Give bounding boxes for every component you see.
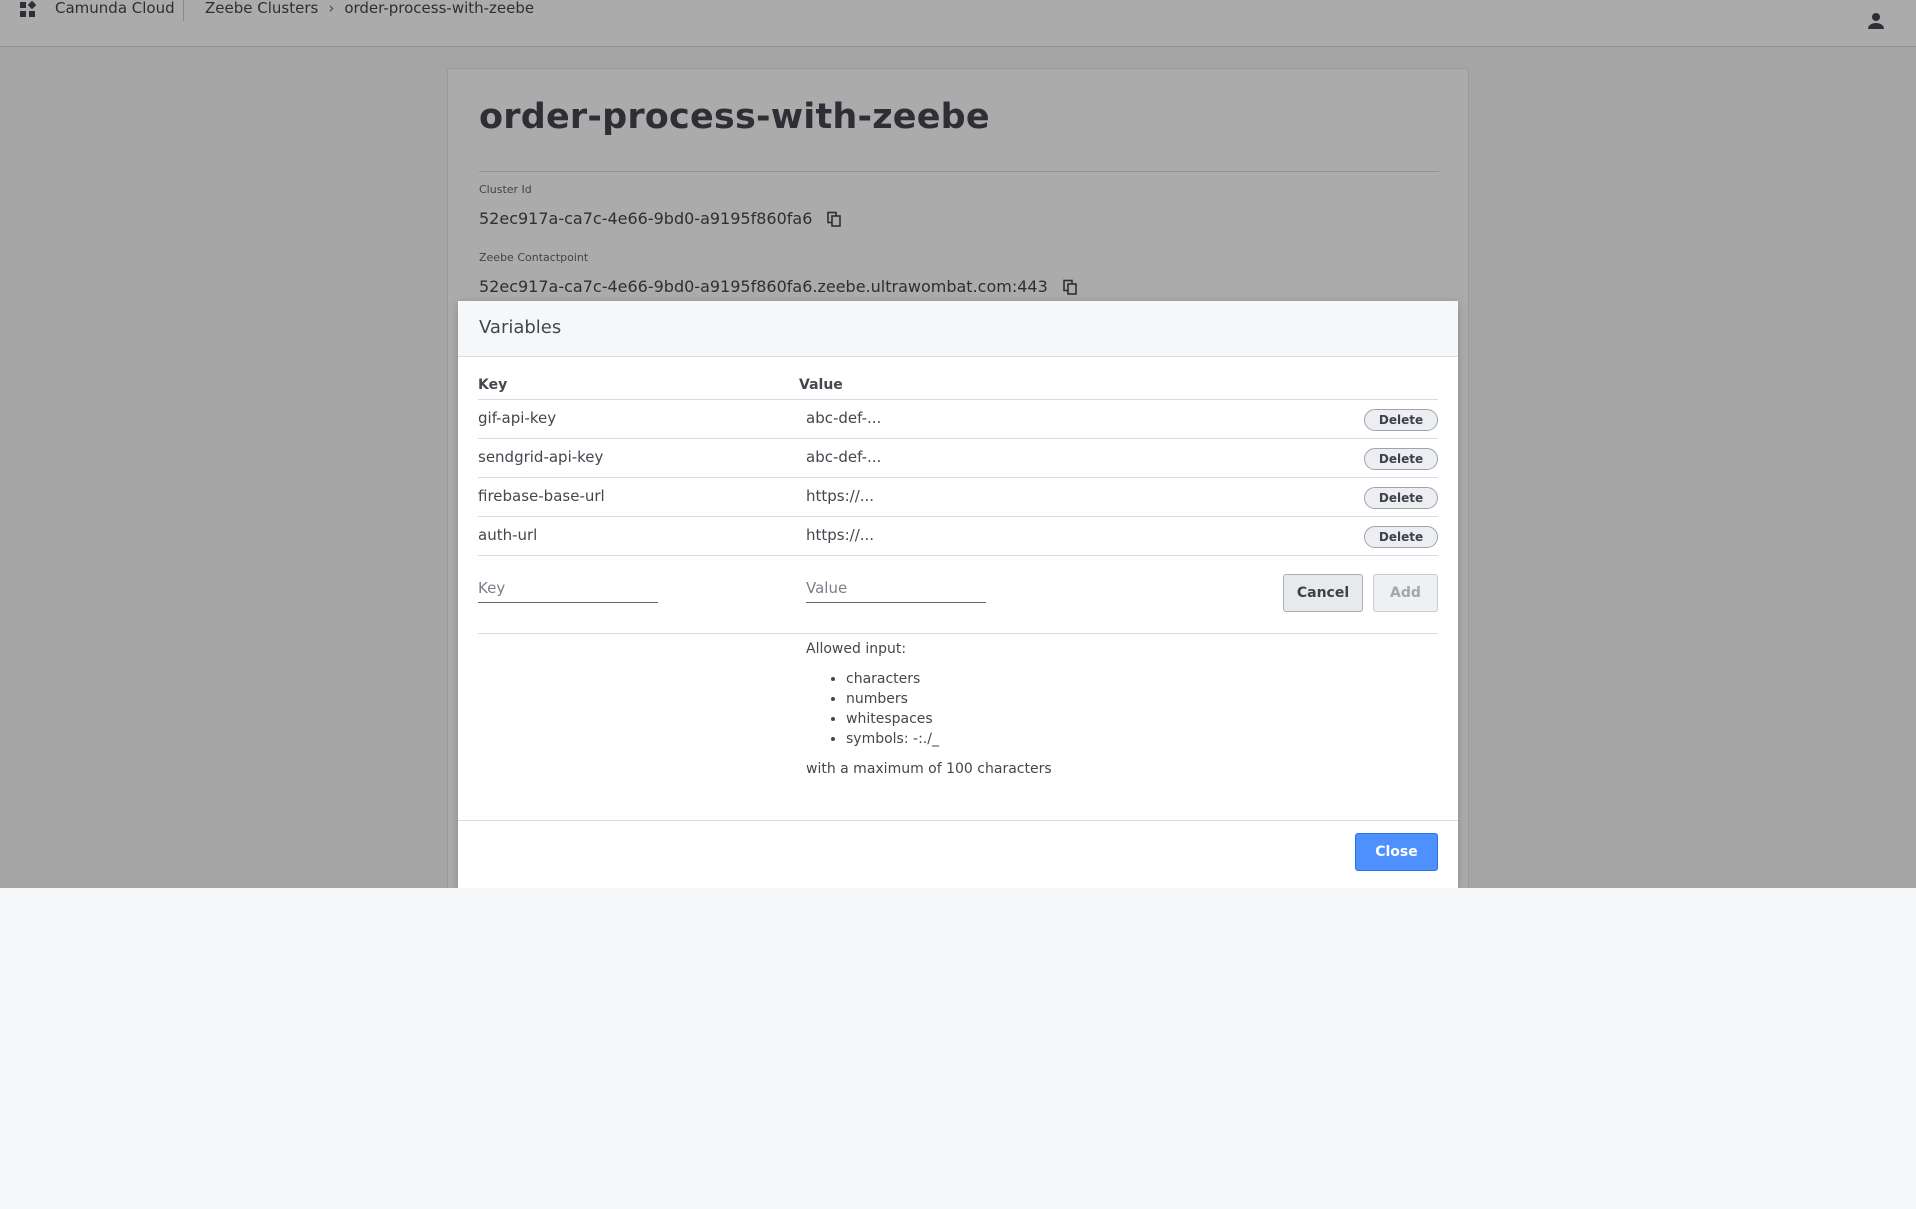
close-button[interactable]: Close: [1355, 833, 1438, 871]
add-row-divider: [478, 633, 1438, 634]
column-header-key: Key: [478, 377, 508, 393]
table-row: firebase-base-url https://... Delete: [478, 478, 1438, 517]
variable-value: https://...: [806, 526, 875, 544]
table-row: sendgrid-api-key abc-def-... Delete: [478, 439, 1438, 478]
add-variable-button[interactable]: Add: [1373, 574, 1438, 612]
modal-footer-divider: [458, 820, 1458, 821]
column-header-value: Value: [799, 377, 843, 393]
new-value-input[interactable]: [806, 573, 986, 603]
modal-title: Variables: [479, 317, 562, 338]
variable-key: gif-api-key: [478, 409, 557, 427]
delete-variable-button[interactable]: Delete: [1364, 526, 1438, 548]
help-limit: with a maximum of 100 characters: [806, 761, 1052, 777]
app-page: Camunda Cloud Zeebe Clusters › order-pro…: [0, 0, 1916, 888]
variable-key: sendgrid-api-key: [478, 448, 604, 466]
variables-modal: Variables Key Value gif-api-key abc-def-…: [458, 301, 1458, 888]
variable-key: auth-url: [478, 526, 538, 544]
variable-value: https://...: [806, 487, 875, 505]
allowed-input-help: Allowed input: characters numbers whites…: [806, 641, 1052, 777]
delete-variable-button[interactable]: Delete: [1364, 448, 1438, 470]
table-row: gif-api-key abc-def-... Delete: [478, 400, 1438, 439]
variable-value: abc-def-...: [806, 409, 882, 427]
help-intro: Allowed input:: [806, 641, 907, 657]
delete-variable-button[interactable]: Delete: [1364, 409, 1438, 431]
table-row: auth-url https://... Delete: [478, 517, 1438, 556]
list-item: whitespaces: [846, 709, 1052, 729]
allowed-input-list: characters numbers whitespaces symbols: …: [806, 669, 1052, 749]
variable-key: firebase-base-url: [478, 487, 605, 505]
list-item: symbols: -:./_: [846, 729, 1052, 749]
variable-value: abc-def-...: [806, 448, 882, 466]
list-item: characters: [846, 669, 1052, 689]
list-item: numbers: [846, 689, 1052, 709]
delete-variable-button[interactable]: Delete: [1364, 487, 1438, 509]
modal-header: Variables: [458, 301, 1458, 357]
cancel-button[interactable]: Cancel: [1283, 574, 1363, 612]
new-key-input[interactable]: [478, 573, 658, 603]
